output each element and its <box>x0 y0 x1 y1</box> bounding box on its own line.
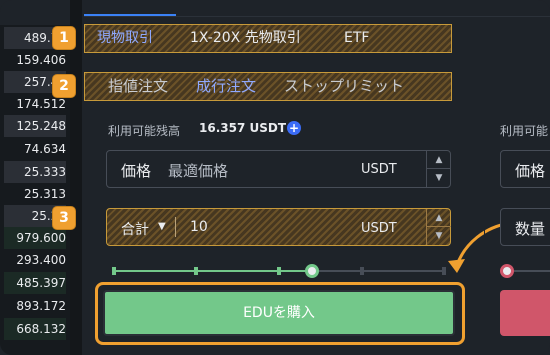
tab-etf[interactable]: ETF <box>344 28 369 48</box>
tab-stop-limit[interactable]: ストップリミット <box>284 76 404 96</box>
tab-market-order[interactable]: 成行注文 <box>196 76 256 96</box>
orderbook-price: 25.313 <box>24 187 66 201</box>
chevron-up-icon[interactable]: ▲ <box>427 151 451 169</box>
header-divider <box>84 16 550 17</box>
orderbook-price: 979.600 <box>4 227 66 249</box>
right-quantity-label: 数量 <box>515 220 546 238</box>
buy-button[interactable]: EDUを購入 <box>103 290 455 336</box>
column-separator <box>70 0 82 355</box>
available-balance-value: 16.357 USDT <box>199 121 287 135</box>
slider-fill <box>112 270 312 272</box>
price-field-placeholder: 最適価格 <box>168 162 229 180</box>
slider-tick[interactable] <box>360 267 364 275</box>
step-badge-2: 2 <box>53 75 75 97</box>
orderbook-price: 125.248 <box>4 115 66 137</box>
slider-thumb[interactable] <box>305 264 319 278</box>
step-badge-3: 3 <box>53 207 75 229</box>
plus-circle-icon[interactable]: + <box>287 121 301 135</box>
right-slider[interactable] <box>500 264 550 278</box>
slider-tick[interactable] <box>194 267 198 275</box>
step-badge-1: 1 <box>53 27 75 49</box>
orderbook-price: 893.172 <box>16 299 66 313</box>
right-price-label: 価格 <box>515 162 546 180</box>
slider-tick[interactable] <box>277 267 281 275</box>
tab-futures-trading[interactable]: 1X-20X 先物取引 <box>190 28 301 48</box>
right-quantity-field[interactable]: 数量 <box>500 208 550 246</box>
price-field[interactable]: 価格 最適価格 USDT ▲ ▼ <box>106 150 451 188</box>
total-field-value[interactable]: 10 <box>190 219 208 235</box>
right-price-field[interactable]: 価格 <box>500 150 550 188</box>
chevron-down-icon[interactable]: ▼ <box>427 169 451 187</box>
amount-slider[interactable] <box>112 264 446 278</box>
caret-down-icon[interactable]: ▼ <box>158 221 166 232</box>
sell-button[interactable] <box>500 290 550 336</box>
field-divider <box>175 217 176 237</box>
orderbook-price: 25.333 <box>4 161 66 183</box>
available-balance-label: 利用可能残高 <box>108 124 181 138</box>
price-field-label: 価格 <box>121 162 152 180</box>
total-field-label[interactable]: 合計 <box>121 219 149 239</box>
orderbook-price: 293.400 <box>16 253 66 267</box>
tab-limit-order[interactable]: 指値注文 <box>108 76 168 96</box>
total-field-unit: USDT <box>361 221 397 236</box>
slider-tick[interactable] <box>112 267 116 275</box>
orderbook-price: 668.132 <box>4 318 66 340</box>
right-slider-thumb[interactable] <box>500 264 514 278</box>
trade-panel: 489.79 159.406 257.47 174.512 125.248 74… <box>0 0 550 355</box>
tab-spot-trading[interactable]: 現物取引 <box>97 28 153 48</box>
orderbook-price: 74.634 <box>24 142 66 156</box>
price-field-unit: USDT <box>361 162 397 177</box>
orderbook-price: 159.406 <box>16 53 66 67</box>
price-stepper: ▲ ▼ <box>426 151 451 187</box>
panel-divider <box>484 100 485 355</box>
orderbook-price: 485.397 <box>4 272 66 294</box>
total-field[interactable]: 合計 ▼ 10 USDT ▲ ▼ <box>106 208 451 246</box>
right-balance-label: 利用可能 <box>500 124 549 138</box>
